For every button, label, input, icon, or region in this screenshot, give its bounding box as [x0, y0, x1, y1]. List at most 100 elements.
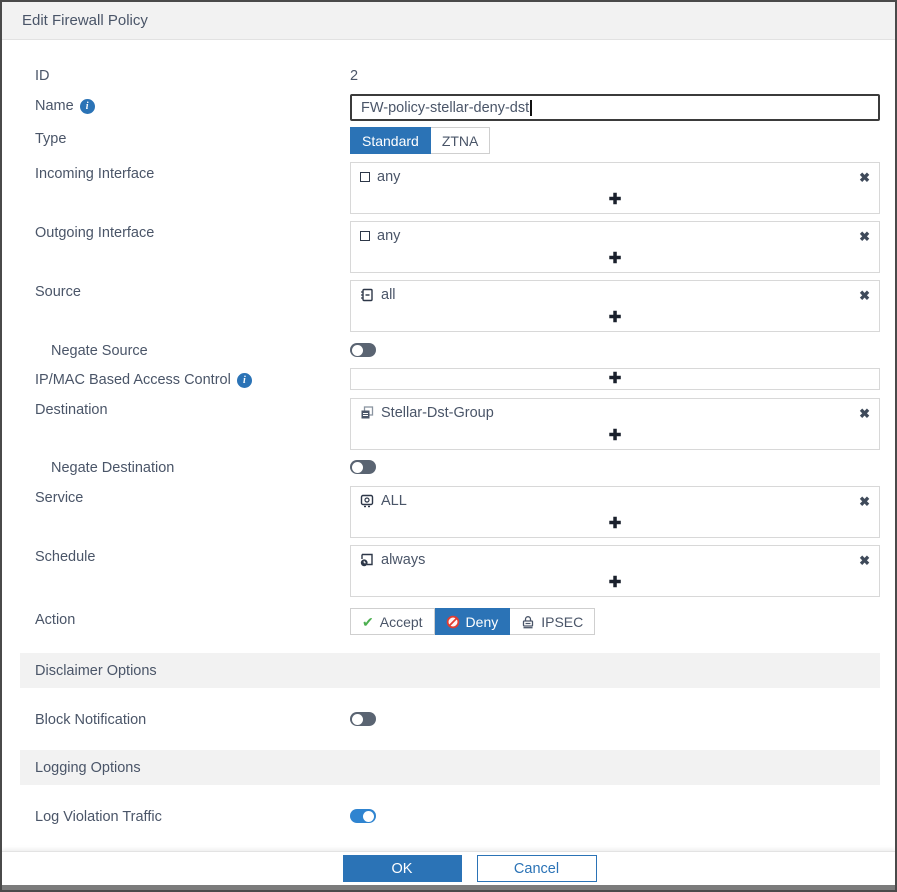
- section-disclaimer-options: Disclaimer Options: [20, 653, 880, 688]
- block-notification-toggle[interactable]: [350, 712, 376, 726]
- row-incoming-interface: Incoming Interface any ✖ ✚: [2, 162, 895, 221]
- interface-icon: [360, 231, 370, 241]
- text-cursor: [530, 100, 532, 116]
- row-service: Service ALL ✖ ✚: [2, 486, 895, 545]
- name-input-value: FW-policy-stellar-deny-dst: [361, 100, 529, 116]
- destination-label: Destination: [35, 402, 108, 418]
- add-outgoing-interface-button[interactable]: ✚: [351, 248, 879, 272]
- schedule-box: always ✖ ✚: [350, 545, 880, 597]
- action-label: Action: [35, 612, 75, 628]
- plus-icon: ✚: [609, 251, 622, 266]
- add-schedule-button[interactable]: ✚: [351, 572, 879, 596]
- log-violation-traffic-toggle[interactable]: [350, 809, 376, 823]
- toggle-knob: [352, 462, 363, 473]
- row-id: ID 2: [2, 64, 895, 84]
- accept-check-icon: ✔: [362, 615, 374, 629]
- plus-icon: ✚: [609, 310, 622, 325]
- dialog-footer: OK Cancel: [2, 851, 895, 885]
- edit-firewall-policy-dialog: Edit Firewall Policy ID 2 Name i FW-poli…: [0, 0, 897, 892]
- negate-destination-label: Negate Destination: [51, 460, 174, 476]
- interface-icon: [360, 172, 370, 182]
- source-box: all ✖ ✚: [350, 280, 880, 332]
- source-label: Source: [35, 284, 81, 300]
- add-incoming-interface-button[interactable]: ✚: [351, 189, 879, 213]
- row-schedule: Schedule always ✖: [2, 545, 895, 604]
- address-group-icon: [360, 406, 374, 420]
- plus-icon: ✚: [609, 371, 622, 386]
- action-deny-button[interactable]: Deny: [435, 608, 511, 635]
- address-icon: [360, 288, 374, 302]
- name-label: Name: [35, 98, 74, 114]
- entry-stellar-dst-group[interactable]: Stellar-Dst-Group ✖: [351, 399, 879, 425]
- outgoing-interface-label: Outgoing Interface: [35, 225, 154, 241]
- schedule-icon: [360, 553, 374, 567]
- type-ztna-button[interactable]: ZTNA: [431, 127, 491, 154]
- type-standard-button[interactable]: Standard: [350, 127, 431, 154]
- row-type: Type Standard ZTNA: [2, 127, 895, 154]
- negate-source-toggle[interactable]: [350, 343, 376, 357]
- entry-all-service[interactable]: ALL ✖: [351, 487, 879, 513]
- action-accept-button[interactable]: ✔ Accept: [350, 608, 435, 635]
- log-violation-traffic-label: Log Violation Traffic: [35, 809, 162, 825]
- plus-icon: ✚: [609, 192, 622, 207]
- form-content: ID 2 Name i FW-policy-stellar-deny-dst T…: [2, 40, 895, 888]
- name-input[interactable]: FW-policy-stellar-deny-dst: [350, 94, 880, 121]
- negate-source-label: Negate Source: [51, 343, 148, 359]
- row-destination: Destination Stellar-Dst-Group ✖: [2, 398, 895, 456]
- remove-icon[interactable]: ✖: [859, 554, 870, 567]
- deny-icon: [446, 615, 460, 629]
- toggle-knob: [363, 811, 374, 822]
- ok-button[interactable]: OK: [343, 855, 462, 882]
- dialog-title: Edit Firewall Policy: [22, 12, 148, 29]
- service-icon: [360, 494, 374, 508]
- type-label: Type: [35, 131, 66, 147]
- row-block-notification: Block Notification: [2, 708, 895, 728]
- remove-icon[interactable]: ✖: [859, 289, 870, 302]
- schedule-label: Schedule: [35, 549, 95, 565]
- entry-always[interactable]: always ✖: [351, 546, 879, 572]
- row-name: Name i FW-policy-stellar-deny-dst: [2, 94, 895, 121]
- disclaimer-options-title: Disclaimer Options: [35, 663, 157, 679]
- add-service-button[interactable]: ✚: [351, 513, 879, 537]
- toggle-knob: [352, 345, 363, 356]
- ipsec-lock-icon: [521, 615, 535, 629]
- remove-icon[interactable]: ✖: [859, 495, 870, 508]
- ipmac-box: ✚: [350, 368, 880, 390]
- service-label: Service: [35, 490, 83, 506]
- ipmac-label: IP/MAC Based Access Control: [35, 372, 231, 388]
- info-icon[interactable]: i: [80, 99, 95, 114]
- outgoing-interface-box: any ✖ ✚: [350, 221, 880, 273]
- row-negate-source: Negate Source: [2, 339, 895, 359]
- destination-box: Stellar-Dst-Group ✖ ✚: [350, 398, 880, 450]
- info-icon[interactable]: i: [237, 373, 252, 388]
- remove-icon[interactable]: ✖: [859, 171, 870, 184]
- section-logging-options: Logging Options: [20, 750, 880, 785]
- row-ipmac-access-control: IP/MAC Based Access Control i ✚: [2, 368, 895, 390]
- plus-icon: ✚: [609, 575, 622, 590]
- dialog-titlebar: Edit Firewall Policy: [2, 2, 895, 40]
- negate-destination-toggle[interactable]: [350, 460, 376, 474]
- cancel-button[interactable]: Cancel: [477, 855, 597, 882]
- id-value: 2: [350, 64, 880, 84]
- id-label: ID: [35, 68, 50, 84]
- entry-any[interactable]: any ✖: [351, 222, 879, 248]
- add-destination-button[interactable]: ✚: [351, 425, 879, 449]
- plus-icon: ✚: [609, 516, 622, 531]
- window-bottom-bar: [2, 885, 895, 890]
- row-outgoing-interface: Outgoing Interface any ✖ ✚: [2, 221, 895, 280]
- incoming-interface-label: Incoming Interface: [35, 166, 154, 182]
- row-negate-destination: Negate Destination: [2, 456, 895, 476]
- add-source-button[interactable]: ✚: [351, 307, 879, 331]
- plus-icon: ✚: [609, 428, 622, 443]
- remove-icon[interactable]: ✖: [859, 407, 870, 420]
- entry-all[interactable]: all ✖: [351, 281, 879, 307]
- action-ipsec-button[interactable]: IPSEC: [510, 608, 595, 635]
- service-box: ALL ✖ ✚: [350, 486, 880, 538]
- row-log-violation-traffic: Log Violation Traffic: [2, 805, 895, 825]
- entry-any[interactable]: any ✖: [351, 163, 879, 189]
- logging-options-title: Logging Options: [35, 760, 141, 776]
- add-ipmac-button[interactable]: ✚: [351, 369, 879, 389]
- toggle-knob: [352, 714, 363, 725]
- remove-icon[interactable]: ✖: [859, 230, 870, 243]
- block-notification-label: Block Notification: [35, 712, 146, 728]
